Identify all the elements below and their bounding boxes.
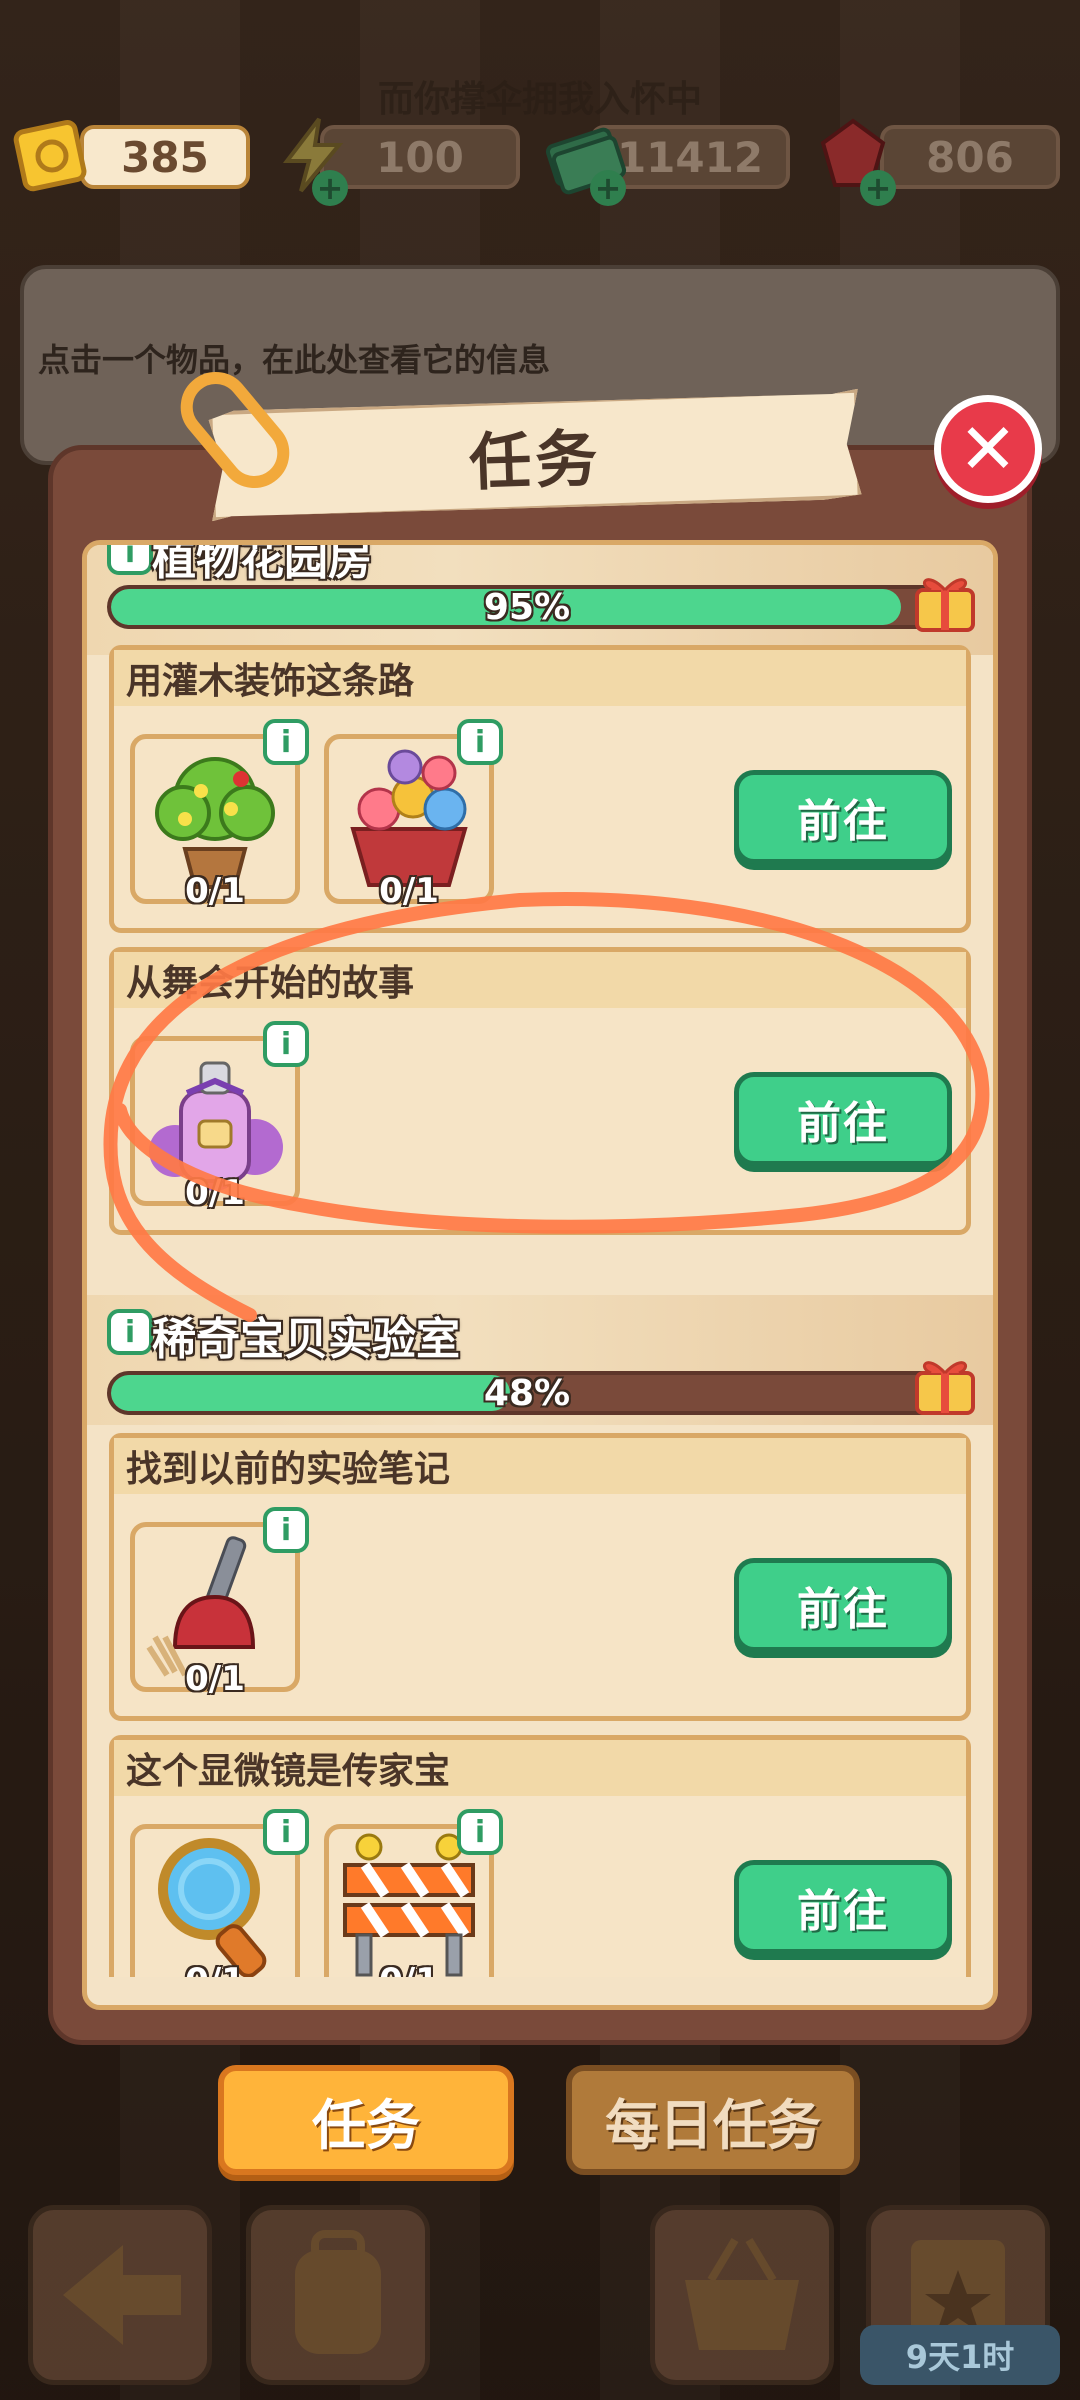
go-button[interactable]: 前往 [734, 1860, 952, 1954]
task-card: 用灌木装饰这条路 0/1 i 0/1 i 前往 [109, 645, 971, 933]
tasks-scroll-area[interactable]: i 植物花园房 95% 用灌木装饰这条路 0/1 i 0/1 i 前往 从舞会开… [87, 545, 993, 1977]
back-arrow-icon [63, 2245, 181, 2345]
tickets-value: 385 [121, 132, 209, 182]
task-item[interactable]: 0/1 i [324, 1809, 503, 1977]
info-icon[interactable]: i [107, 1309, 153, 1355]
info-icon[interactable]: i [263, 1507, 309, 1553]
item-count: 0/1 [185, 1173, 245, 1213]
ticket-icon [8, 110, 98, 200]
timer-text: 9天1时 [905, 2338, 1015, 2376]
task-item[interactable]: 0/1 i [130, 1507, 309, 1699]
task-item[interactable]: 0/1 i [324, 719, 503, 911]
task-item[interactable]: 0/1 i [130, 1021, 309, 1213]
section-title: 稀奇宝贝实验室 [152, 1314, 460, 1365]
item-count: 0/1 [185, 1659, 245, 1699]
info-icon[interactable]: i [263, 1021, 309, 1067]
info-icon[interactable]: i [263, 719, 309, 765]
section-header: i 稀奇宝贝实验室 48% [87, 1295, 993, 1425]
task-card: 这个显微镜是传家宝 0/1 i [109, 1735, 971, 1977]
gems-counter[interactable]: 806 [880, 125, 1060, 189]
add-energy-button[interactable]: + [312, 170, 348, 206]
cash-value: 11412 [616, 132, 764, 182]
backpack-icon [295, 2230, 381, 2354]
progress-label: 95% [483, 586, 571, 628]
info-icon[interactable]: i [457, 1809, 503, 1855]
go-button[interactable]: 前往 [734, 770, 952, 864]
task-item[interactable]: 0/1 i [130, 719, 309, 911]
task-item[interactable]: 0/1 i [130, 1809, 309, 1977]
gift-icon[interactable] [907, 1343, 983, 1419]
tab-tasks[interactable]: 任务 [218, 2065, 514, 2175]
go-button[interactable]: 前往 [734, 1558, 952, 1652]
info-icon[interactable]: i [263, 1809, 309, 1855]
energy-value: 100 [376, 132, 464, 182]
gift-icon[interactable] [907, 560, 983, 636]
dialog-title: 任务 [467, 421, 603, 500]
task-title: 从舞会开始的故事 [114, 952, 966, 1008]
task-card: 找到以前的实验笔记 0/1 i 前往 [109, 1433, 971, 1721]
tickets-counter[interactable]: 385 [80, 125, 250, 189]
dialog-title-banner: 任务 [208, 389, 861, 522]
tab-daily-tasks[interactable]: 每日任务 [566, 2065, 860, 2175]
task-title: 找到以前的实验笔记 [114, 1438, 966, 1494]
progress-label: 48% [483, 1372, 571, 1414]
close-button[interactable]: ✕ [934, 395, 1042, 503]
basket-icon [685, 2237, 799, 2350]
item-info-hint: 点击一个物品，在此处查看它的信息 [38, 341, 551, 379]
section-title: 植物花园房 [152, 545, 372, 585]
section-header: i 植物花园房 95% [87, 545, 993, 655]
item-count: 0/1 [185, 871, 245, 911]
back-button[interactable] [28, 2205, 212, 2385]
item-count: 0/1 [329, 1961, 489, 1977]
item-count: 0/1 [379, 871, 439, 911]
section-progress-bar: 95% [107, 585, 947, 629]
go-button[interactable]: 前往 [734, 1072, 952, 1166]
item-count: 0/1 [135, 1961, 295, 1977]
close-icon: ✕ [958, 408, 1018, 490]
task-card: 从舞会开始的故事 0/1 i 前往 [109, 947, 971, 1235]
backpack-button[interactable] [246, 2205, 430, 2385]
add-cash-button[interactable]: + [590, 170, 626, 206]
event-timer: 9天1时 [860, 2325, 1060, 2385]
gems-value: 806 [926, 132, 1014, 182]
task-title: 用灌木装饰这条路 [114, 650, 966, 706]
info-icon[interactable]: i [457, 719, 503, 765]
task-title: 这个显微镜是传家宝 [114, 1740, 966, 1796]
section-progress-bar: 48% [107, 1371, 947, 1415]
info-icon[interactable]: i [107, 545, 153, 575]
tasks-list[interactable]: i 植物花园房 95% 用灌木装饰这条路 0/1 i 0/1 i 前往 从舞会开… [82, 540, 998, 2010]
shop-basket-button[interactable] [650, 2205, 834, 2385]
add-gems-button[interactable]: + [860, 170, 896, 206]
